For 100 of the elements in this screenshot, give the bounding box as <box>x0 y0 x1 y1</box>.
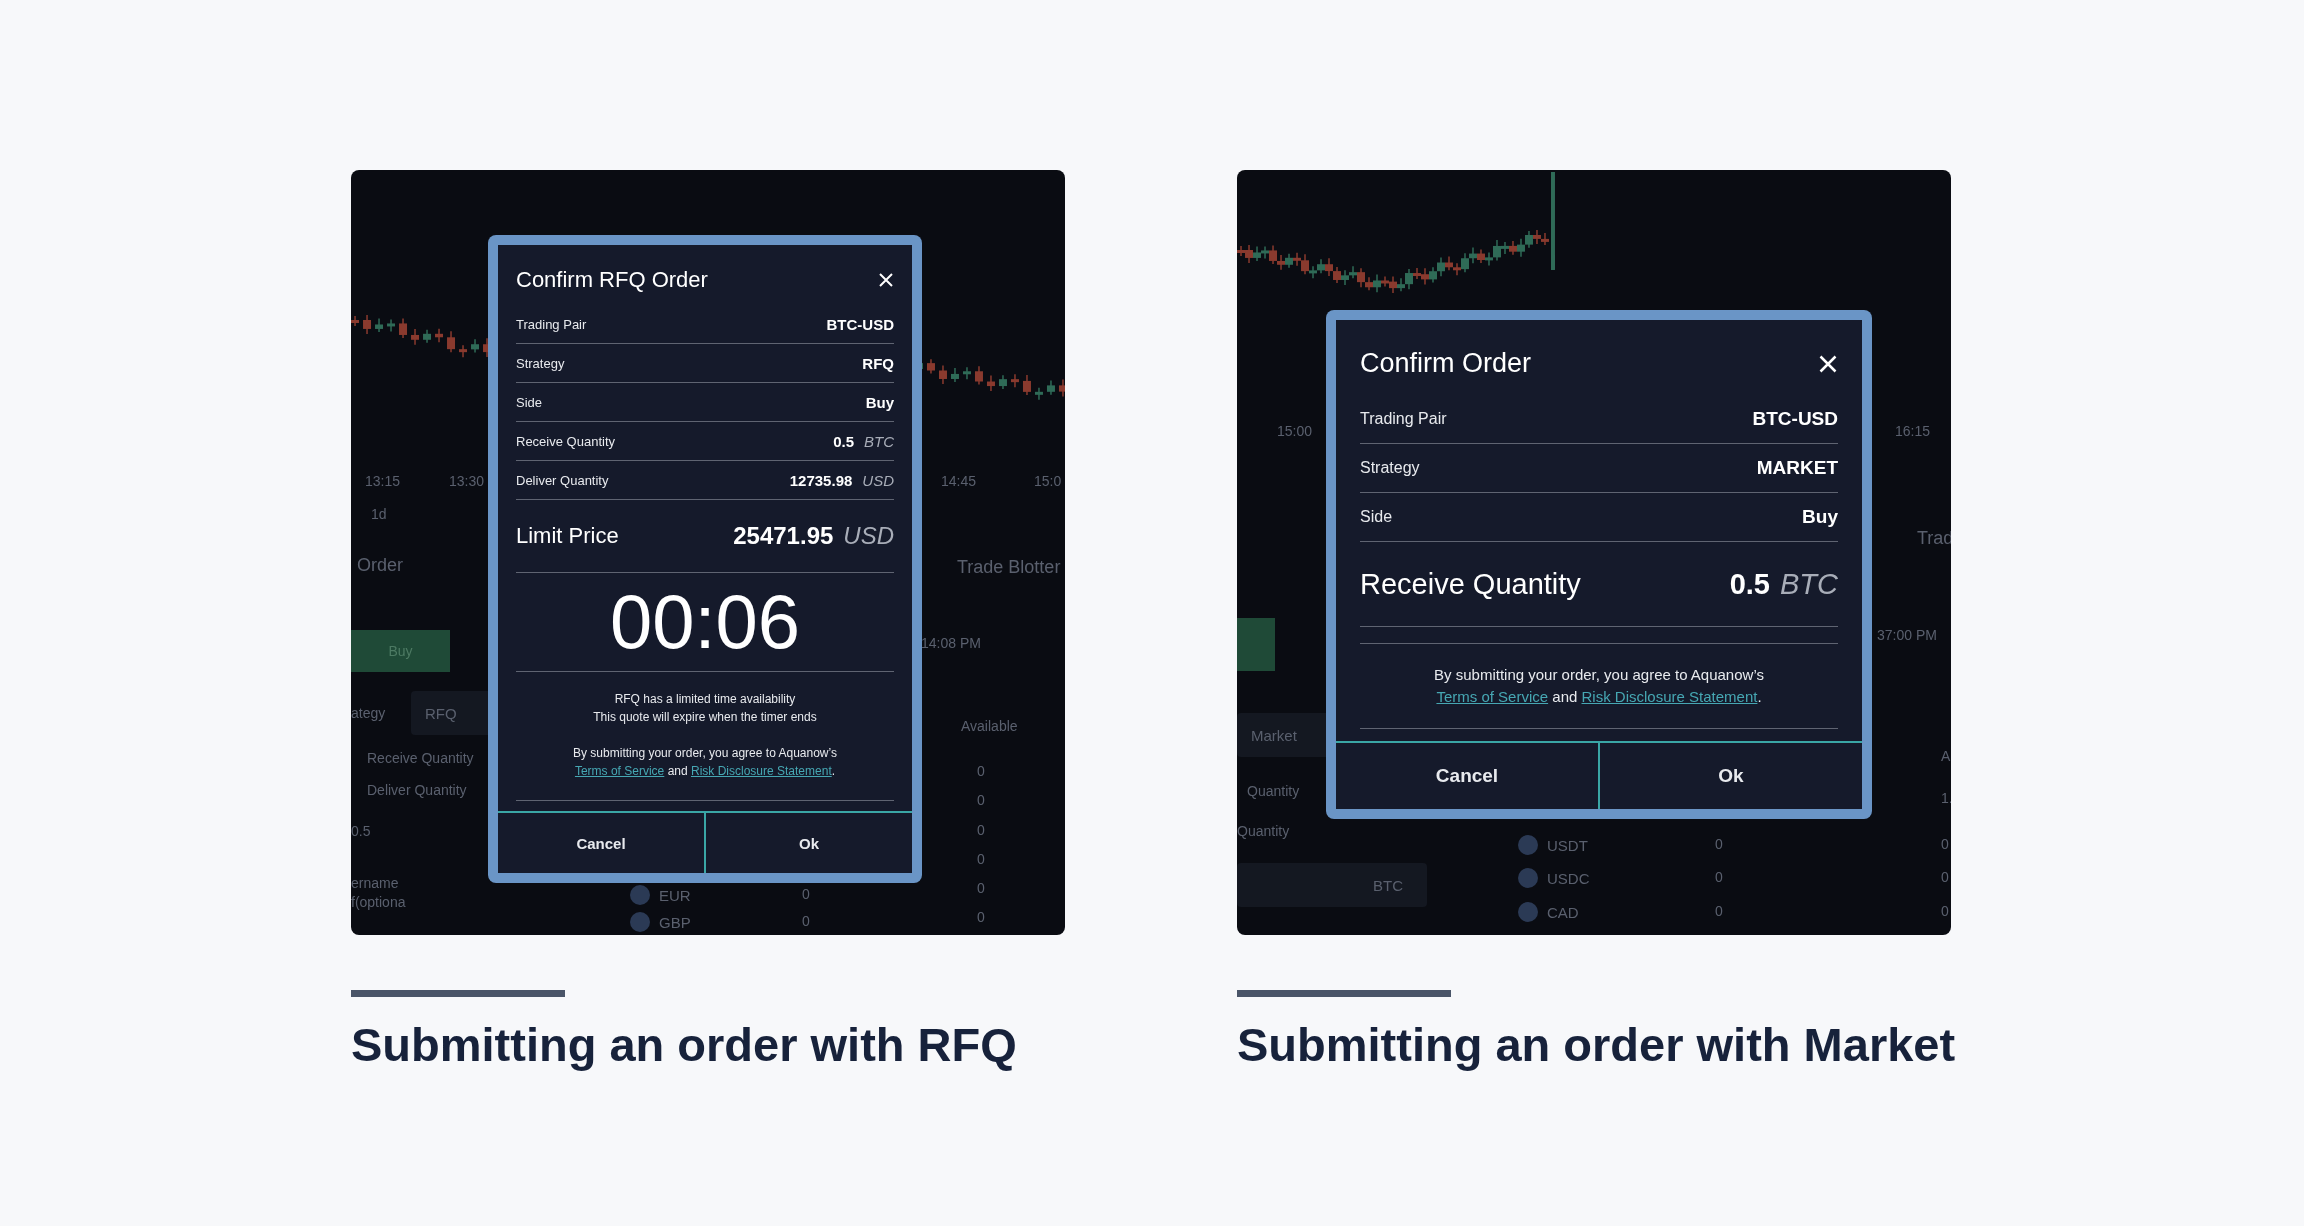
row-value: BTC-USD <box>826 315 894 333</box>
backdrop-text: Quantity <box>1237 823 1290 839</box>
backdrop-text: 13:30 <box>449 473 485 489</box>
backdrop-text: 0 <box>1941 836 1949 852</box>
row-value: MARKET <box>1756 457 1838 479</box>
candle <box>447 330 455 353</box>
currency-code: USDT <box>1547 836 1588 854</box>
candle <box>1046 379 1055 396</box>
row-label: Side <box>1360 508 1393 526</box>
backdrop-text: 0 <box>977 763 985 779</box>
candle <box>411 328 420 346</box>
row-label: Receive Quantity <box>516 433 615 449</box>
coin-icon <box>1517 867 1539 889</box>
candle <box>435 328 443 344</box>
row-value: 0.5 <box>833 432 854 450</box>
candle <box>998 374 1007 390</box>
candle <box>363 315 372 335</box>
backdrop-text: 0 <box>977 822 985 838</box>
backdrop-text: f(optiona <box>351 894 406 910</box>
highlight-label: Receive Quantity <box>1360 567 1581 601</box>
row-value: Buy <box>1802 506 1838 528</box>
row-value: RFQ <box>862 354 894 372</box>
coin-icon <box>1517 901 1539 923</box>
candle <box>351 315 360 327</box>
candle <box>927 358 935 375</box>
coin-icon <box>629 911 651 933</box>
row-label: Trading Pair <box>1360 410 1447 428</box>
terms-link[interactable]: Terms of Service <box>574 764 665 778</box>
coin-icon <box>1517 834 1539 856</box>
unit-label: BTC <box>864 432 894 450</box>
agreement-text: By submitting your order, you agree to Aquanow’s Terms of Service and Risk Disclosure Statement. <box>572 745 838 780</box>
close-icon[interactable] <box>1818 353 1838 374</box>
backdrop-text: 16:15 <box>1895 423 1931 439</box>
highlight-value: 0.5 <box>1729 567 1770 601</box>
candle <box>1010 373 1019 388</box>
backdrop-heading: Trade Blotter <box>957 557 1061 578</box>
countdown-timer: 00:06 <box>516 573 894 672</box>
backdrop-text: 14:08 PM <box>921 635 981 651</box>
backdrop-text: Quantity <box>1247 783 1300 799</box>
unit-label: BTC <box>1780 567 1838 601</box>
row-label: Strategy <box>1360 459 1420 477</box>
backdrop-text: ername <box>351 875 399 891</box>
backdrop-text: 14:45 <box>941 473 977 489</box>
candle <box>423 329 431 344</box>
backdrop-text: 0 <box>1941 903 1949 919</box>
highlight-value: 25471.95 <box>733 522 834 550</box>
backdrop-heading: Order <box>357 555 403 576</box>
currency-code: USDC <box>1547 869 1590 887</box>
terms-link[interactable]: Terms of Service <box>1436 688 1549 705</box>
candle <box>963 366 971 380</box>
agreement-text: By submitting your order, you agree to Aquanow’s Terms of Service and Risk Disclosure Statement. <box>1433 665 1765 707</box>
candle <box>399 317 408 339</box>
row-label: Deliver Quantity <box>516 472 609 488</box>
row-label: Strategy <box>516 355 565 371</box>
backdrop-text: 0 <box>1715 836 1723 852</box>
candle <box>375 317 384 333</box>
candle <box>459 344 467 358</box>
backdrop-text: Available <box>961 718 1018 734</box>
disclosure-link[interactable]: Risk Disclosure Statement <box>1581 688 1758 705</box>
candle <box>975 365 983 386</box>
backdrop-text: 0 <box>977 880 985 896</box>
currency-code: GBP <box>659 913 691 931</box>
backdrop-text: 0 <box>802 886 810 902</box>
candle <box>1022 374 1031 396</box>
candle <box>939 364 947 385</box>
candle <box>1034 387 1043 400</box>
currency-code: CAD <box>1547 903 1579 921</box>
coin-icon <box>629 884 651 906</box>
backdrop-text: ategy <box>351 705 386 721</box>
backdrop-text: 0 <box>977 851 985 867</box>
notice-text: RFQ has a limited time availability This quote will expire when the timer ends <box>592 691 818 726</box>
candle <box>471 338 479 354</box>
backdrop-text: 37:00 PM <box>1877 627 1937 643</box>
disclosure-link[interactable]: Risk Disclosure Statement <box>691 764 832 778</box>
dialog-title: Confirm RFQ Order <box>516 267 708 293</box>
backdrop-text: 0 <box>1941 869 1949 885</box>
row-value: 12735.98 <box>789 471 853 489</box>
candle <box>987 374 995 392</box>
backdrop-text: 0 <box>1715 903 1723 919</box>
row-label: Side <box>516 394 543 410</box>
backdrop-text: 15:0 <box>1034 473 1062 489</box>
caption-heading: Submitting an order with RFQ <box>351 1017 1018 1072</box>
backdrop-text: 0 <box>802 913 810 929</box>
row-label: Trading Pair <box>516 316 587 332</box>
backdrop-text: 1d <box>371 506 387 522</box>
dialog-title: Confirm Order <box>1360 348 1532 379</box>
backdrop-text: 0 <box>977 792 985 808</box>
row-value: Buy <box>865 393 894 411</box>
backdrop-text: A <box>1941 748 1951 764</box>
backdrop-text: 0 <box>1715 869 1723 885</box>
candle <box>951 367 959 383</box>
highlight-label: Limit Price <box>516 523 619 549</box>
backdrop-text: Deliver Quantity <box>367 782 467 798</box>
close-icon[interactable] <box>878 272 894 288</box>
backdrop-text: 0.5 <box>351 823 371 839</box>
unit-label: USD <box>843 522 894 550</box>
backdrop-text: 15:00 <box>1277 423 1313 439</box>
backdrop-text: Receive Quantity <box>367 750 474 766</box>
unit-label: USD <box>862 471 894 489</box>
row-value: BTC-USD <box>1752 408 1838 430</box>
